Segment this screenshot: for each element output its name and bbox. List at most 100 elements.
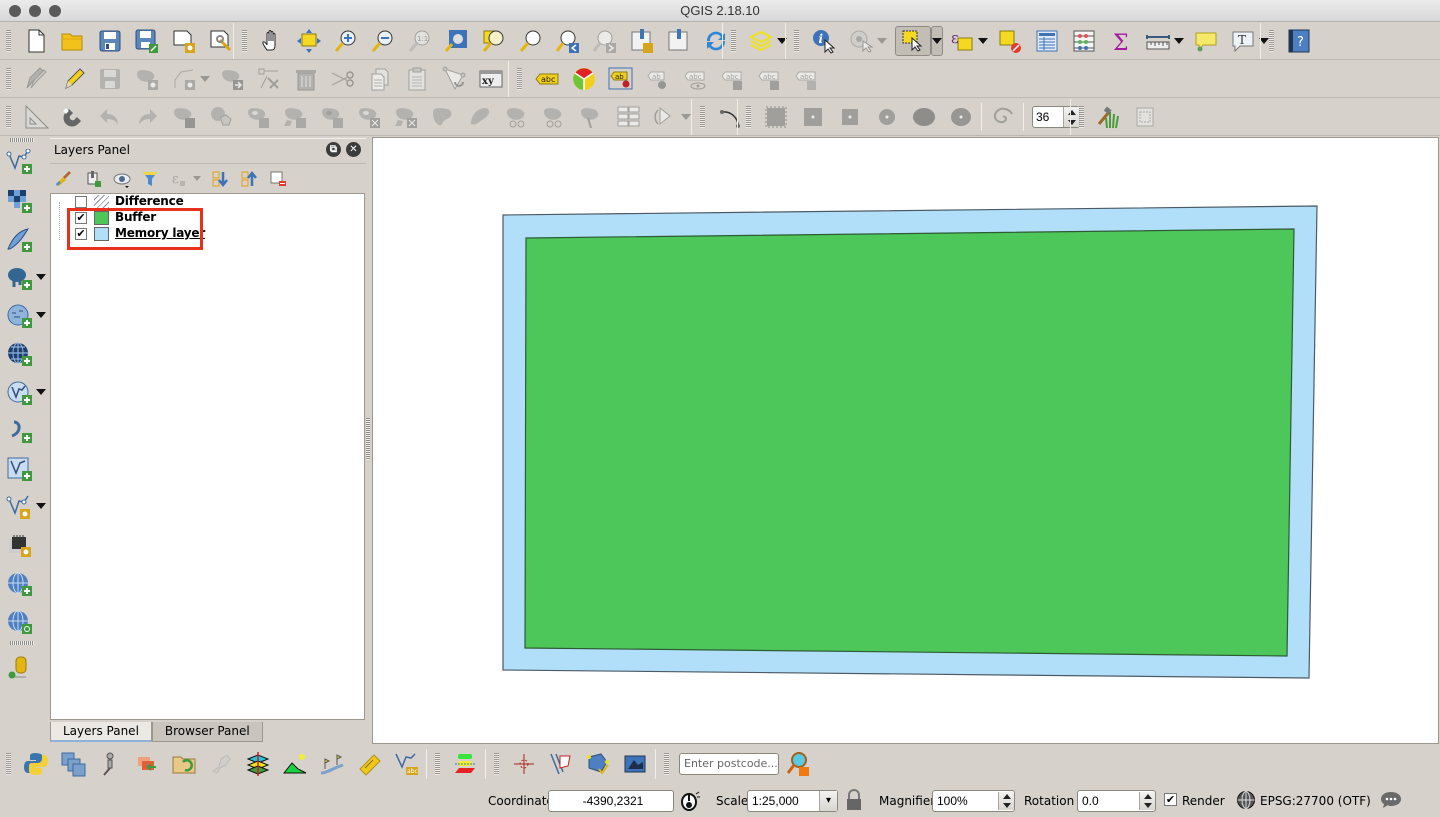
toolbar-grip[interactable] xyxy=(746,106,751,128)
chevron-down-icon[interactable] xyxy=(36,312,46,318)
pan-hand-icon[interactable] xyxy=(258,27,286,55)
regular-polygon-spiral-icon[interactable] xyxy=(989,103,1017,131)
pin-labels-icon[interactable]: ab xyxy=(607,65,635,93)
panel-splitter-handle[interactable] xyxy=(366,418,370,460)
import-layers-icon[interactable] xyxy=(133,750,161,778)
zoom-window-button[interactable] xyxy=(49,5,61,17)
undo-icon[interactable] xyxy=(96,103,124,131)
current-edits-icon[interactable] xyxy=(22,65,50,93)
rectangle-center-icon[interactable] xyxy=(799,103,827,131)
chevron-down-icon[interactable] xyxy=(877,38,887,44)
attribute-table-icon[interactable] xyxy=(1033,27,1061,55)
save-project-as-icon[interactable] xyxy=(133,27,161,55)
chevron-down-icon[interactable] xyxy=(200,76,210,82)
add-virtual-layer-icon[interactable] xyxy=(5,417,33,445)
redo-icon[interactable] xyxy=(133,103,161,131)
zoom-to-layer-icon[interactable] xyxy=(517,27,545,55)
python-console-icon[interactable] xyxy=(22,750,50,778)
node-tool-icon[interactable] xyxy=(255,65,283,93)
grass-region-icon[interactable] xyxy=(1132,103,1160,131)
tab-browser-panel[interactable]: Browser Panel xyxy=(151,722,263,742)
ellipse-center-icon[interactable] xyxy=(947,103,975,131)
toolbar-grip[interactable] xyxy=(494,753,499,775)
toolbar-grip[interactable] xyxy=(10,641,34,645)
map-shape-icon[interactable] xyxy=(207,750,235,778)
digitize-offset-icon[interactable] xyxy=(547,750,575,778)
chevron-down-icon[interactable] xyxy=(193,176,201,181)
coordinate-capture-icon[interactable] xyxy=(510,750,538,778)
layer-visibility-checkbox[interactable] xyxy=(75,196,87,208)
grass-tools-icon[interactable] xyxy=(1095,103,1123,131)
load-project-folder-icon[interactable] xyxy=(170,750,198,778)
cut-scissors-icon[interactable] xyxy=(329,65,357,93)
render-checkbox[interactable]: ✔ xyxy=(1164,793,1177,806)
add-wfs-layer-icon[interactable] xyxy=(5,379,33,407)
magnifier-spinbox[interactable]: 100% xyxy=(932,790,1015,812)
geotag-photo-icon[interactable] xyxy=(96,750,124,778)
paste-features-icon[interactable] xyxy=(403,65,431,93)
zoom-to-selection-icon[interactable] xyxy=(480,27,508,55)
save-project-icon[interactable] xyxy=(96,27,124,55)
add-feature-icon[interactable] xyxy=(133,65,161,93)
chevron-down-icon[interactable] xyxy=(36,503,46,509)
select-features-icon[interactable] xyxy=(894,26,931,56)
identify-features-icon[interactable]: i xyxy=(810,27,838,55)
change-label-icon[interactable]: abc xyxy=(792,65,820,93)
toolbar-grip[interactable] xyxy=(664,753,669,775)
zoom-out-icon[interactable] xyxy=(369,27,397,55)
scale-combobox[interactable]: 1:25,000 ▾ xyxy=(747,790,838,812)
decrement-icon[interactable] xyxy=(1143,803,1152,808)
close-panel-icon[interactable]: ✕ xyxy=(346,142,361,157)
postcode-search-magnifier-icon[interactable] xyxy=(784,750,812,778)
split-features-icon[interactable] xyxy=(503,103,531,131)
db-manager-icon[interactable] xyxy=(5,654,33,682)
chevron-down-icon[interactable] xyxy=(36,274,46,280)
filter-legend-funnel-icon[interactable] xyxy=(140,169,160,189)
toolbar-grip[interactable] xyxy=(6,30,11,52)
road-graph-icon[interactable] xyxy=(318,750,346,778)
toolbar-grip[interactable] xyxy=(731,30,736,52)
add-mssql-layer-icon[interactable] xyxy=(5,608,33,636)
add-vertex-icon[interactable] xyxy=(170,65,198,93)
toolbar-grip[interactable] xyxy=(242,30,247,52)
add-group-icon[interactable] xyxy=(83,169,103,189)
remove-layer-icon[interactable] xyxy=(268,169,288,189)
toggle-extents-mouse-icon[interactable] xyxy=(679,790,701,812)
toggle-editing-pencil-icon[interactable] xyxy=(59,65,87,93)
chevron-down-icon[interactable]: ▾ xyxy=(819,791,837,811)
add-raster-layer-icon[interactable] xyxy=(5,187,33,215)
terrain-analysis-icon[interactable] xyxy=(281,750,309,778)
delete-ring-icon[interactable] xyxy=(355,103,383,131)
rotation-spinbox[interactable]: 0.0 xyxy=(1077,790,1156,812)
add-vector-layer-icon[interactable] xyxy=(5,148,33,176)
add-delimited-text-layer-icon[interactable] xyxy=(5,226,33,254)
help-icon[interactable]: ? xyxy=(1285,27,1313,55)
layer-labeling-icon[interactable]: abc xyxy=(533,65,561,93)
offset-curve-icon[interactable] xyxy=(466,103,494,131)
postcode-search-input[interactable]: Enter postcode... xyxy=(679,753,779,775)
save-layer-edits-icon[interactable] xyxy=(96,65,124,93)
filter-by-expression-icon[interactable]: ε xyxy=(169,169,189,189)
new-shapefile-layer-icon[interactable] xyxy=(5,493,33,521)
show-hide-labels-icon[interactable]: ab xyxy=(644,65,672,93)
select-by-expression-icon[interactable]: ε xyxy=(948,27,976,55)
zoom-next-icon[interactable] xyxy=(591,27,619,55)
increment-icon[interactable] xyxy=(1143,794,1152,799)
xy-coordinate-icon[interactable]: xy xyxy=(477,65,505,93)
text-annotation-icon[interactable]: T xyxy=(1229,27,1257,55)
crs-globe-icon[interactable] xyxy=(1236,790,1256,810)
show-bookmarks-icon[interactable] xyxy=(665,27,693,55)
collapse-all-icon[interactable] xyxy=(239,169,259,189)
merge-features-icon[interactable] xyxy=(577,103,605,131)
validate-geometry-icon[interactable] xyxy=(584,750,612,778)
save-as-multiple-icon[interactable] xyxy=(59,750,87,778)
move-label-icon[interactable]: abc xyxy=(718,65,746,93)
zoom-in-icon[interactable] xyxy=(332,27,360,55)
copy-features-icon[interactable] xyxy=(366,65,394,93)
toolbar-grip[interactable] xyxy=(6,753,11,775)
reshape-features-icon[interactable] xyxy=(440,65,468,93)
statistical-summary-icon[interactable]: Σ xyxy=(1107,27,1135,55)
topology-checker-icon[interactable] xyxy=(355,750,383,778)
rotate-point-symbols-icon[interactable] xyxy=(651,103,679,131)
chevron-down-icon[interactable] xyxy=(36,389,46,395)
